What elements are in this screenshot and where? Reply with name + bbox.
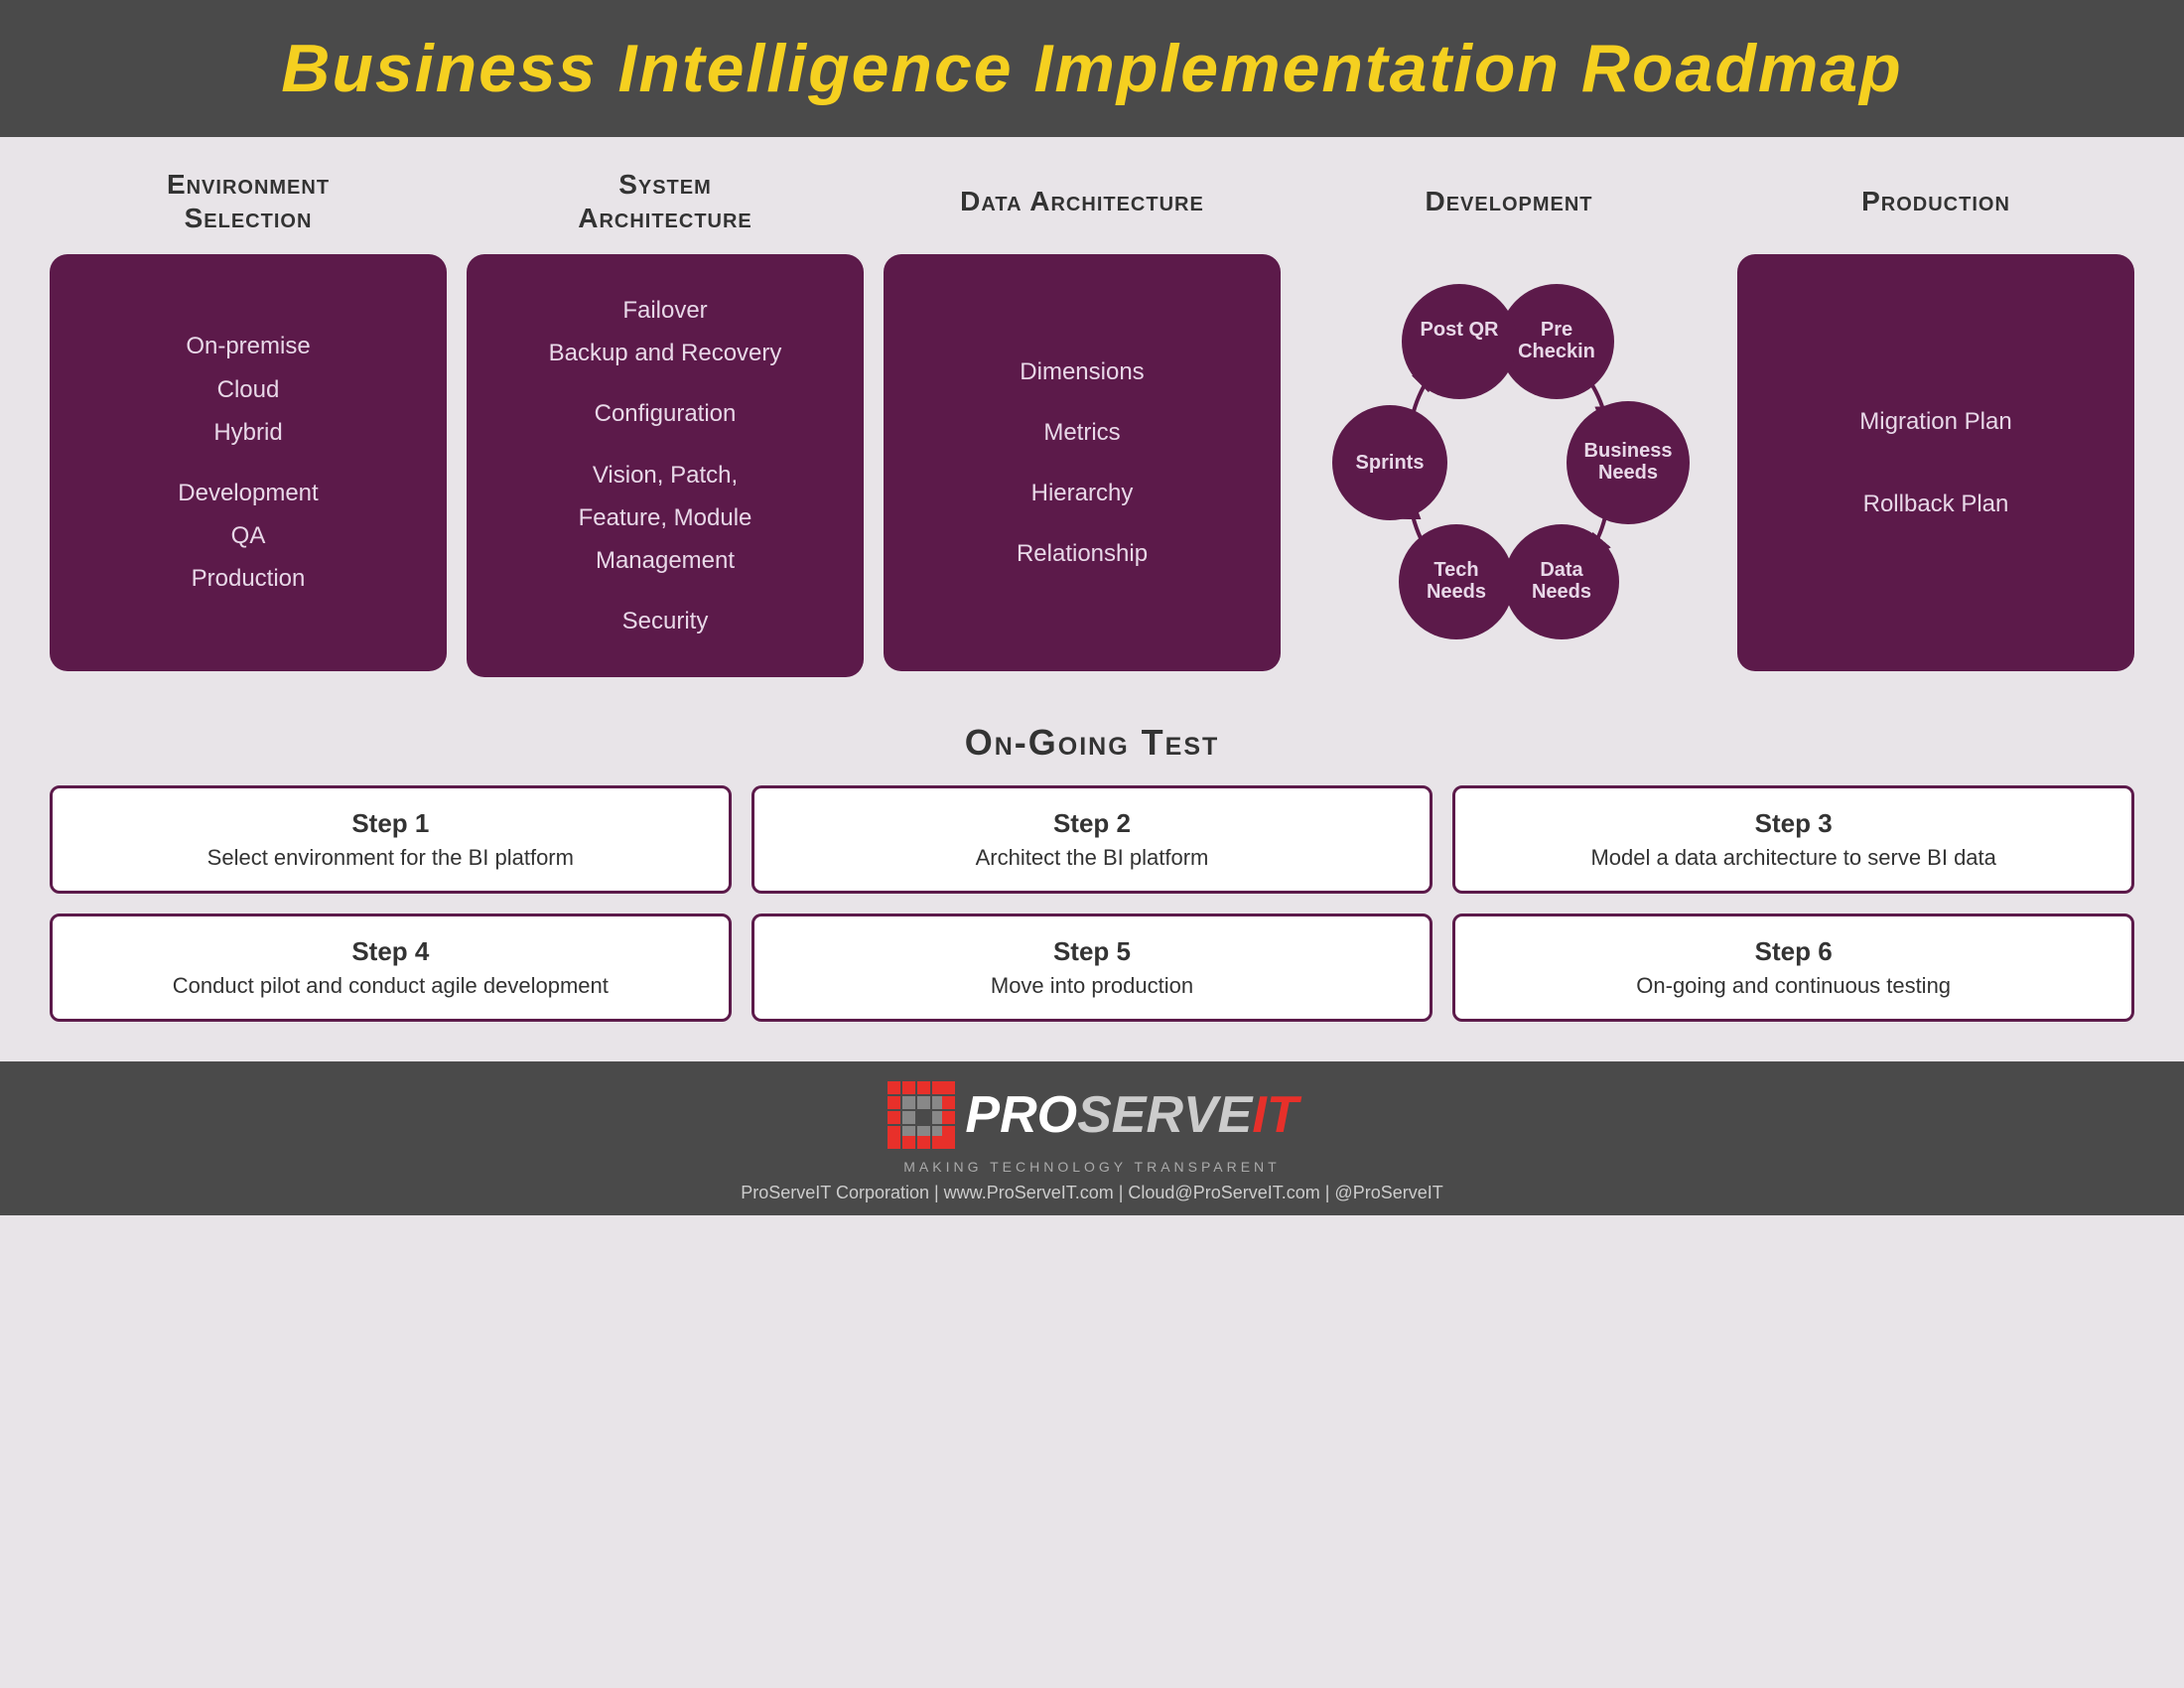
- svg-text:Sprints: Sprints: [1356, 452, 1425, 474]
- dev-diagram-svg: Pre Checkin Business Needs Data Needs Te…: [1300, 254, 1717, 671]
- card-env: On-premiseCloudHybrid DevelopmentQAProdu…: [50, 254, 447, 671]
- sys-item-4: Security: [496, 600, 834, 642]
- column-development: Development: [1300, 167, 1717, 671]
- step-5-title: Step 5: [779, 936, 1406, 967]
- step-box-2: Step 2 Architect the BI platform: [751, 785, 1433, 894]
- env-item-1: On-premiseCloudHybrid: [79, 325, 417, 454]
- col-header-dev: Development: [1425, 167, 1592, 236]
- sys-item-2: Configuration: [496, 392, 834, 435]
- col-header-sys: SystemArchitecture: [578, 167, 752, 236]
- step-2-desc: Architect the BI platform: [779, 845, 1406, 871]
- step-6-desc: On-going and continuous testing: [1480, 973, 2107, 999]
- step-box-5: Step 5 Move into production: [751, 914, 1433, 1022]
- logo-grid-icon: [886, 1079, 957, 1151]
- dev-diagram: Pre Checkin Business Needs Data Needs Te…: [1300, 254, 1717, 671]
- svg-text:Post QR: Post QR: [1421, 319, 1499, 341]
- prod-item-1: Migration Plan: [1767, 400, 2105, 443]
- step-3-desc: Model a data architecture to serve BI da…: [1480, 845, 2107, 871]
- step-1-title: Step 1: [77, 808, 704, 839]
- data-item-2: Metrics: [913, 411, 1251, 454]
- step-2-title: Step 2: [779, 808, 1406, 839]
- steps-grid-row2: Step 4 Conduct pilot and conduct agile d…: [50, 914, 2134, 1022]
- step-6-title: Step 6: [1480, 936, 2107, 967]
- card-prod: Migration Plan Rollback Plan: [1737, 254, 2134, 671]
- card-data: Dimensions Metrics Hierarchy Relationshi…: [884, 254, 1281, 671]
- svg-text:Pre: Pre: [1541, 319, 1572, 341]
- svg-text:Needs: Needs: [1427, 581, 1486, 603]
- columns-row: EnvironmentSelection On-premiseCloudHybr…: [50, 167, 2134, 677]
- sys-item-3: Vision, Patch,Feature, ModuleManagement: [496, 454, 834, 583]
- header: Business Intelligence Implementation Roa…: [0, 0, 2184, 137]
- column-sys-arch: SystemArchitecture FailoverBackup and Re…: [467, 167, 864, 677]
- footer: PROSERVEIT MAKING TECHNOLOGY TRANSPARENT…: [0, 1061, 2184, 1215]
- env-item-2: DevelopmentQAProduction: [79, 472, 417, 601]
- ongoing-title: On-Going Test: [50, 722, 2134, 764]
- footer-logo: PROSERVEIT: [20, 1079, 2164, 1151]
- data-item-3: Hierarchy: [913, 472, 1251, 514]
- svg-text:Checkin: Checkin: [1518, 341, 1595, 362]
- sys-item-1: FailoverBackup and Recovery: [496, 289, 834, 374]
- main-content: EnvironmentSelection On-premiseCloudHybr…: [0, 137, 2184, 722]
- step-box-1: Step 1 Select environment for the BI pla…: [50, 785, 732, 894]
- svg-text:Needs: Needs: [1598, 462, 1658, 484]
- page-title: Business Intelligence Implementation Roa…: [20, 30, 2164, 107]
- prod-item-2: Rollback Plan: [1767, 483, 2105, 525]
- col-header-data: Data Architecture: [960, 167, 1204, 236]
- col-header-prod: Production: [1861, 167, 2010, 236]
- svg-text:Tech: Tech: [1433, 559, 1478, 581]
- data-item-1: Dimensions: [913, 351, 1251, 393]
- svg-text:Business: Business: [1584, 440, 1673, 462]
- data-item-4: Relationship: [913, 532, 1251, 575]
- step-4-title: Step 4: [77, 936, 704, 967]
- column-data-arch: Data Architecture Dimensions Metrics Hie…: [884, 167, 1281, 671]
- step-4-desc: Conduct pilot and conduct agile developm…: [77, 973, 704, 999]
- svg-text:Needs: Needs: [1532, 581, 1591, 603]
- steps-grid-row1: Step 1 Select environment for the BI pla…: [50, 785, 2134, 894]
- column-production: Production Migration Plan Rollback Plan: [1737, 167, 2134, 671]
- step-1-desc: Select environment for the BI platform: [77, 845, 704, 871]
- ongoing-section: On-Going Test Step 1 Select environment …: [0, 722, 2184, 1061]
- column-env-selection: EnvironmentSelection On-premiseCloudHybr…: [50, 167, 447, 671]
- col-header-env: EnvironmentSelection: [167, 167, 330, 236]
- footer-tagline: MAKING TECHNOLOGY TRANSPARENT: [20, 1159, 2164, 1175]
- step-3-title: Step 3: [1480, 808, 2107, 839]
- step-box-3: Step 3 Model a data architecture to serv…: [1452, 785, 2134, 894]
- svg-text:Data: Data: [1540, 559, 1583, 581]
- step-5-desc: Move into production: [779, 973, 1406, 999]
- card-sys: FailoverBackup and Recovery Configuratio…: [467, 254, 864, 677]
- step-box-4: Step 4 Conduct pilot and conduct agile d…: [50, 914, 732, 1022]
- footer-links: ProServeIT Corporation | www.ProServeIT.…: [20, 1183, 2164, 1203]
- logo-text: PROSERVEIT: [965, 1085, 1297, 1145]
- step-box-6: Step 6 On-going and continuous testing: [1452, 914, 2134, 1022]
